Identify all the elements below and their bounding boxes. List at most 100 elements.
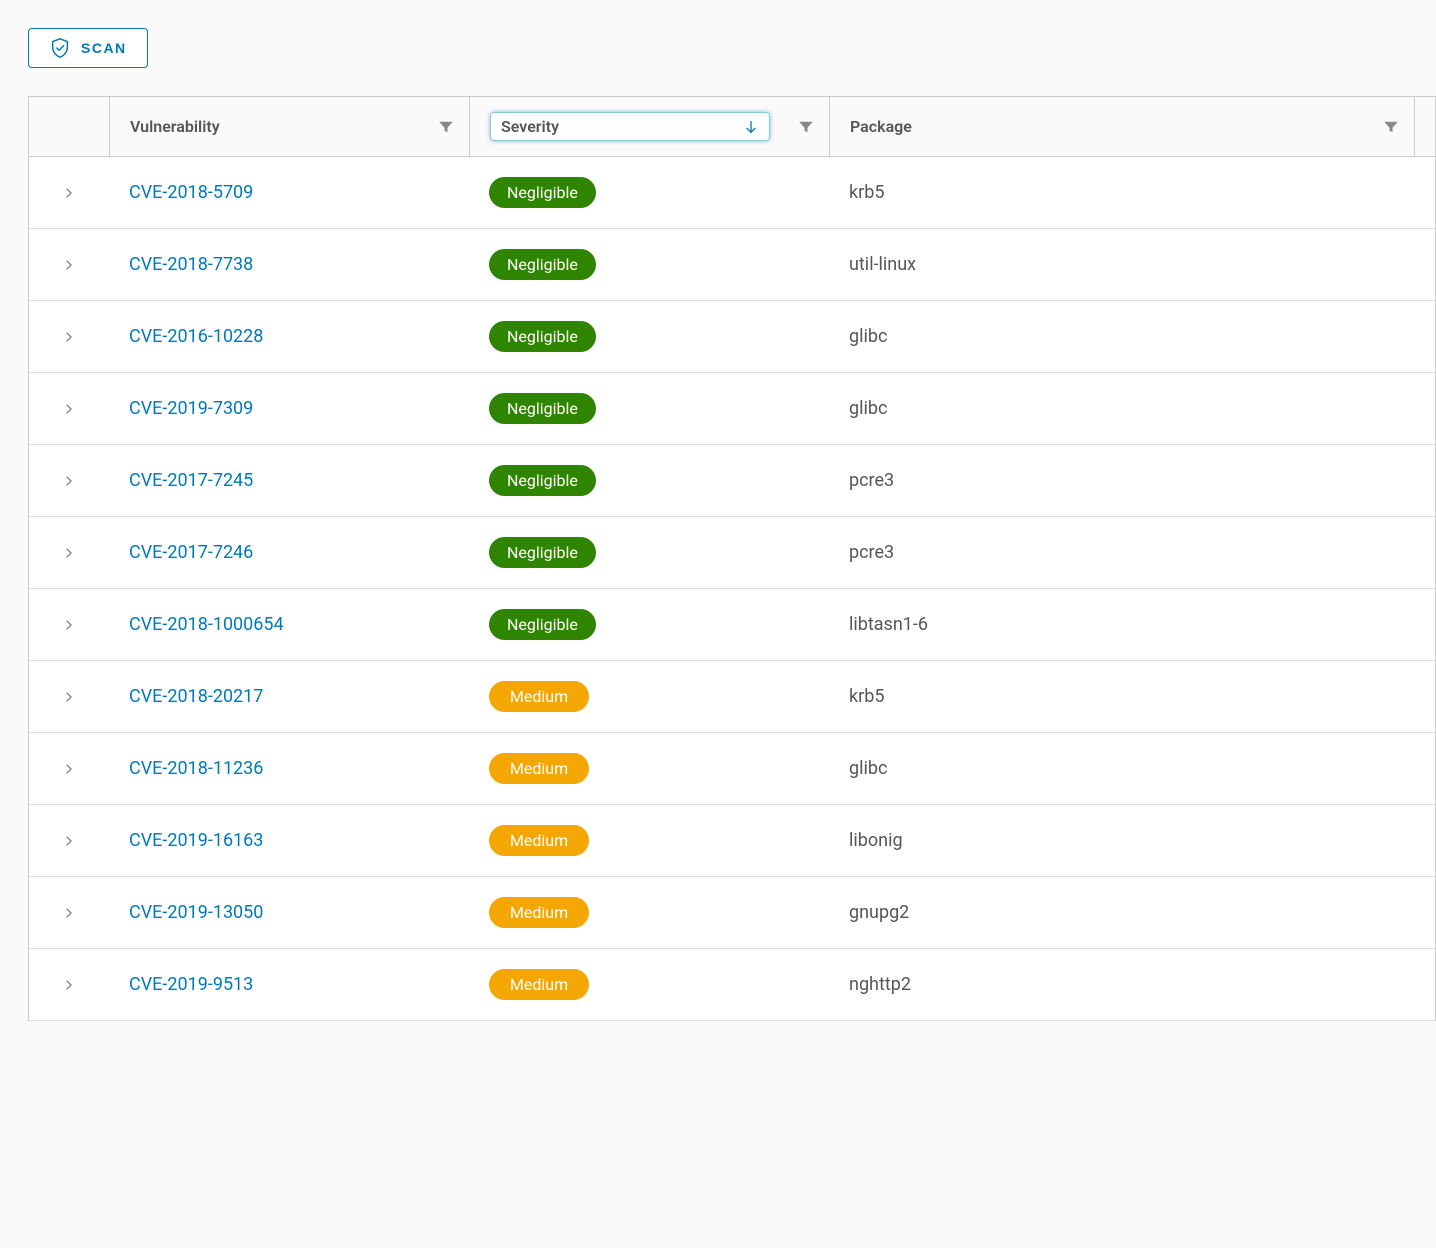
table-row: CVE-2018-20217Mediumkrb5	[29, 661, 1435, 733]
cve-link[interactable]: CVE-2019-7309	[129, 398, 253, 419]
cve-link[interactable]: CVE-2016-10228	[129, 326, 263, 347]
package-name: libonig	[849, 830, 903, 851]
package-name: glibc	[849, 758, 887, 779]
row-expand-cell	[29, 905, 109, 921]
table-row: CVE-2017-7245Negligiblepcre3	[29, 445, 1435, 517]
vulnerability-cell: CVE-2018-11236	[109, 758, 469, 779]
severity-cell: Medium	[469, 897, 829, 928]
package-name: libtasn1-6	[849, 614, 928, 635]
package-cell: pcre3	[829, 542, 1435, 563]
sort-descending-icon	[743, 119, 759, 135]
chevron-right-icon[interactable]	[61, 545, 77, 561]
severity-badge: Medium	[489, 681, 589, 712]
vulnerability-cell: CVE-2019-13050	[109, 902, 469, 923]
scan-button-label: SCAN	[81, 40, 127, 56]
chevron-right-icon[interactable]	[61, 977, 77, 993]
chevron-right-icon[interactable]	[61, 761, 77, 777]
table-body: CVE-2018-5709 Negligible krb5 CVE-2018-7738…	[29, 157, 1435, 1021]
severity-badge: Negligible	[489, 393, 596, 424]
severity-badge: Negligible	[489, 321, 596, 352]
cve-link[interactable]: CVE-2019-9513	[129, 974, 253, 995]
severity-cell: Negligible	[469, 393, 829, 424]
vulnerability-cell: CVE-2017-7245	[109, 470, 469, 491]
column-vulnerability[interactable]: Vulnerability	[109, 97, 469, 156]
cve-link[interactable]: CVE-2018-1000654	[129, 614, 284, 635]
row-expand-cell	[29, 257, 109, 273]
row-expand-cell	[29, 473, 109, 489]
package-cell: glibc	[829, 326, 1435, 347]
cve-link[interactable]: CVE-2017-7245	[129, 470, 253, 491]
cve-link[interactable]: CVE-2019-16163	[129, 830, 263, 851]
filter-icon[interactable]	[797, 118, 815, 136]
table-row: CVE-2016-10228 Negligible glibc	[29, 301, 1435, 373]
package-cell: nghttp2	[829, 974, 1435, 995]
row-expand-cell	[29, 761, 109, 777]
chevron-right-icon[interactable]	[61, 833, 77, 849]
severity-badge: Negligible	[489, 249, 596, 280]
table-row: CVE-2019-16163 Medium libonig	[29, 805, 1435, 877]
table-row: CVE-2018-1000654 Negligible libtasn1-6	[29, 589, 1435, 661]
vulnerability-cell: CVE-2018-5709	[109, 182, 469, 203]
chevron-right-icon[interactable]	[61, 185, 77, 201]
severity-cell: Negligible	[469, 177, 829, 208]
package-name: nghttp2	[849, 974, 911, 995]
chevron-right-icon[interactable]	[61, 401, 77, 417]
column-package-label: Package	[850, 117, 912, 136]
table-row: CVE-2019-7309 Negligible glibc	[29, 373, 1435, 445]
severity-sort-control[interactable]: Severity	[490, 112, 770, 141]
vulnerability-cell: CVE-2019-9513	[109, 974, 469, 995]
vulnerability-cell: CVE-2018-20217	[109, 686, 469, 707]
chevron-right-icon[interactable]	[61, 473, 77, 489]
scan-button[interactable]: SCAN	[28, 28, 148, 68]
chevron-right-icon[interactable]	[61, 905, 77, 921]
column-expand	[29, 97, 109, 156]
column-severity[interactable]: Severity	[469, 97, 829, 156]
column-severity-label: Severity	[501, 117, 559, 136]
chevron-right-icon[interactable]	[61, 689, 77, 705]
severity-badge: Medium	[489, 897, 589, 928]
severity-cell: Medium	[469, 825, 829, 856]
package-cell: glibc	[829, 758, 1435, 779]
severity-cell: Medium	[469, 681, 829, 712]
cve-link[interactable]: CVE-2018-5709	[129, 182, 253, 203]
severity-cell: Medium	[469, 753, 829, 784]
package-cell: pcre3	[829, 470, 1435, 491]
table-row: CVE-2018-7738 Negligible util-linux	[29, 229, 1435, 301]
package-name: pcre3	[849, 470, 894, 491]
cve-link[interactable]: CVE-2019-13050	[129, 902, 263, 923]
cve-link[interactable]: CVE-2018-7738	[129, 254, 253, 275]
column-package[interactable]: Package	[829, 97, 1414, 156]
package-cell: gnupg2	[829, 902, 1435, 923]
row-expand-cell	[29, 833, 109, 849]
vulnerability-cell: CVE-2016-10228	[109, 326, 469, 347]
chevron-right-icon[interactable]	[61, 329, 77, 345]
severity-cell: Negligible	[469, 321, 829, 352]
package-name: util-linux	[849, 254, 916, 275]
row-expand-cell	[29, 689, 109, 705]
column-vulnerability-label: Vulnerability	[130, 117, 220, 136]
package-name: glibc	[849, 398, 887, 419]
severity-badge: Negligible	[489, 609, 596, 640]
shield-check-icon	[49, 37, 71, 59]
vulnerability-cell: CVE-2019-16163	[109, 830, 469, 851]
package-cell: krb5	[829, 182, 1435, 203]
cve-link[interactable]: CVE-2018-11236	[129, 758, 263, 779]
row-expand-cell	[29, 401, 109, 417]
filter-icon[interactable]	[1382, 118, 1400, 136]
severity-badge: Negligible	[489, 177, 596, 208]
table-row: CVE-2017-7246 Negligible pcre3	[29, 517, 1435, 589]
chevron-right-icon[interactable]	[61, 257, 77, 273]
table-row: CVE-2019-13050 Medium gnupg2	[29, 877, 1435, 949]
severity-badge: Medium	[489, 969, 589, 1000]
chevron-right-icon[interactable]	[61, 617, 77, 633]
cve-link[interactable]: CVE-2017-7246	[129, 542, 253, 563]
cve-link[interactable]: CVE-2018-20217	[129, 686, 263, 707]
package-cell: libtasn1-6	[829, 614, 1435, 635]
package-name: glibc	[849, 326, 887, 347]
package-cell: libonig	[829, 830, 1435, 851]
filter-icon[interactable]	[437, 118, 455, 136]
package-name: krb5	[849, 182, 884, 203]
severity-cell: Negligible	[469, 537, 829, 568]
package-name: pcre3	[849, 542, 894, 563]
package-name: gnupg2	[849, 902, 909, 923]
